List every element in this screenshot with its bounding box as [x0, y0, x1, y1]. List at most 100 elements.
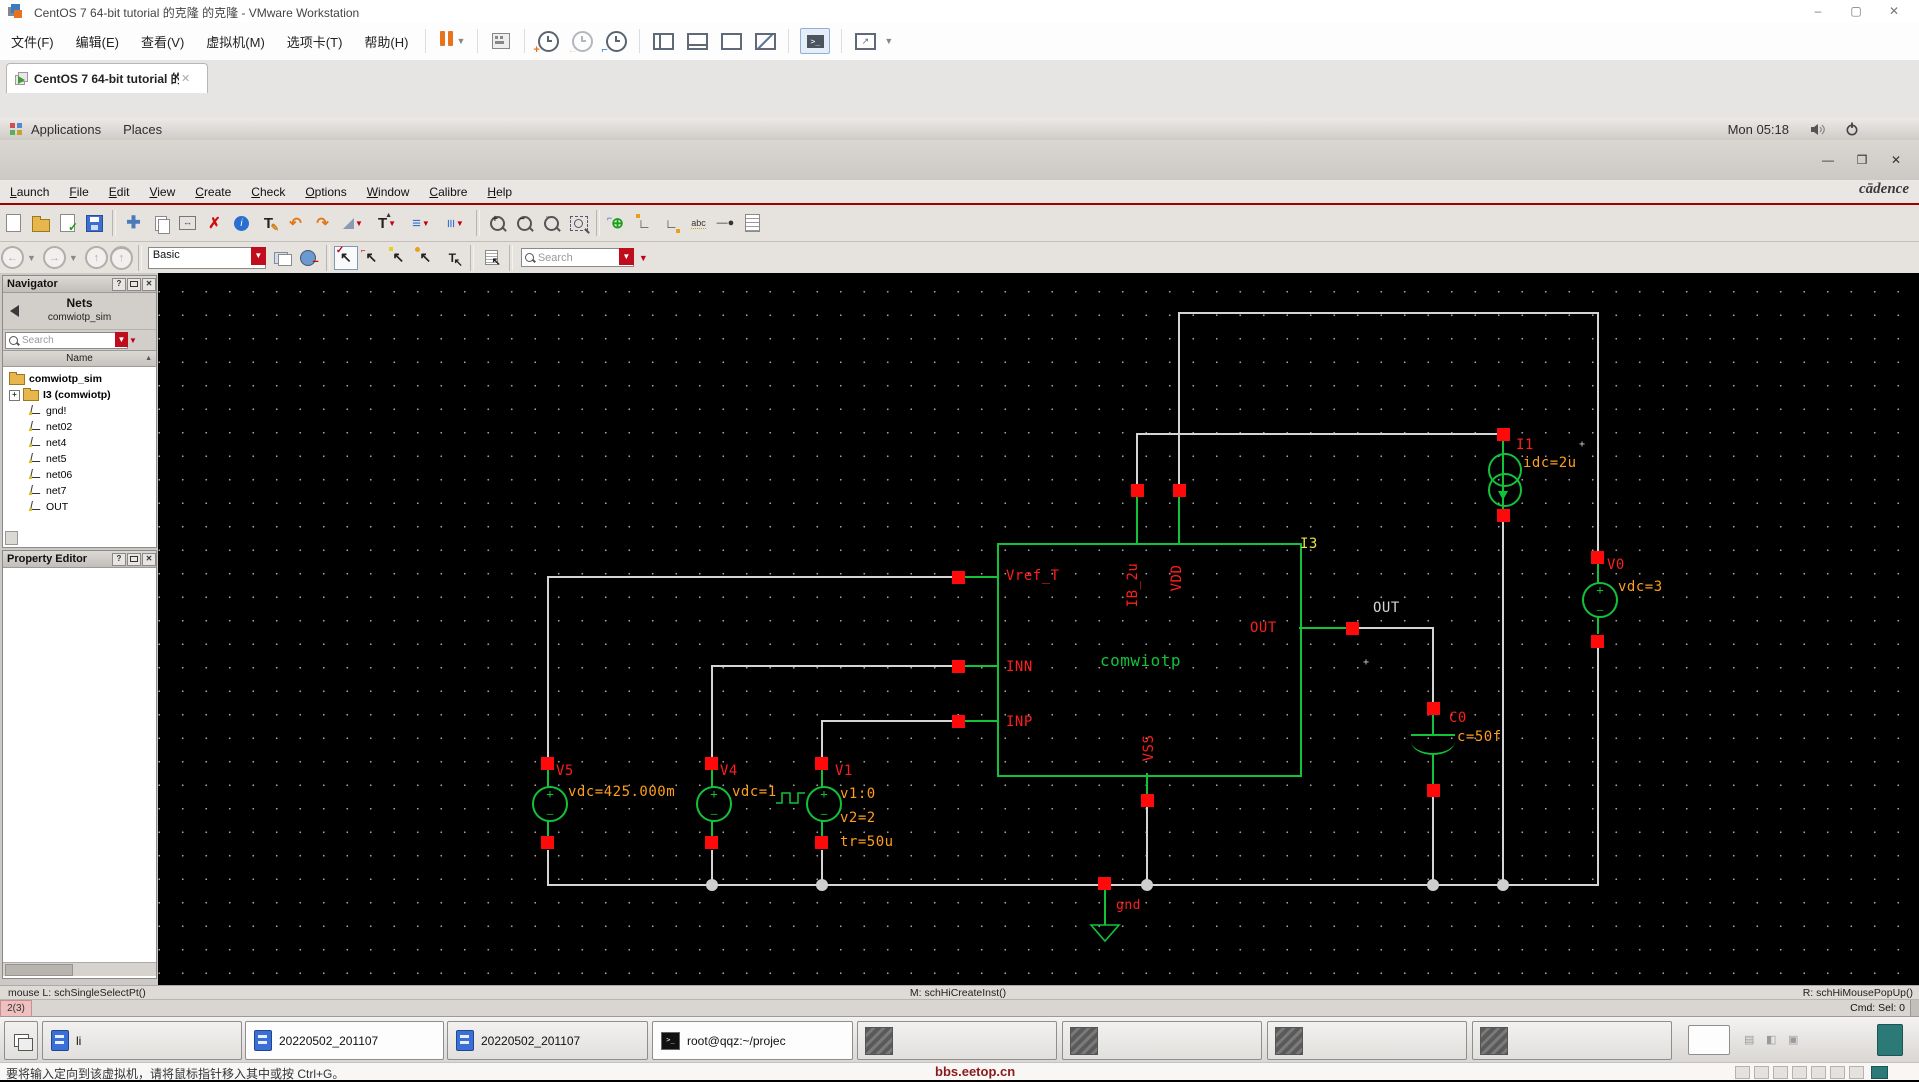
pin[interactable]	[1098, 877, 1111, 890]
v5-name[interactable]: V5	[556, 763, 574, 779]
show-desktop-button[interactable]	[4, 1021, 38, 1060]
device-usb-icon[interactable]	[1811, 1066, 1826, 1079]
taskbar-item[interactable]: 20220502_201107	[245, 1021, 444, 1060]
taskbar-item[interactable]: >_ root@qqz:~/projec	[652, 1021, 853, 1060]
device-floppy-icon[interactable]	[1735, 1066, 1750, 1079]
stretch-dropdown[interactable]: ▼	[884, 36, 893, 46]
move-button[interactable]: ✚	[120, 210, 147, 237]
pin-stub[interactable]	[965, 720, 997, 722]
zoom-out-button[interactable]: −	[511, 210, 538, 237]
pin-label-vss[interactable]: VSS	[1141, 718, 1157, 778]
wire[interactable]	[1502, 521, 1504, 885]
stretch-guest-button[interactable]: ↗	[853, 29, 877, 53]
pin-label-inn[interactable]: INN	[1006, 659, 1033, 675]
vm-tab-close-icon[interactable]: ✕	[181, 72, 190, 85]
c0-stub[interactable]	[1432, 755, 1434, 784]
tree-item-net[interactable]: net5	[30, 452, 66, 466]
take-snapshot-button[interactable]: +	[533, 29, 560, 56]
c0-name[interactable]: C0	[1449, 710, 1467, 726]
pin[interactable]	[1427, 784, 1440, 797]
tray-icon[interactable]: ▤	[1744, 1033, 1754, 1046]
distribute-button[interactable]: ≡ ▼	[438, 210, 472, 237]
navigator-search-dropdown-icon[interactable]: ▼	[115, 331, 128, 347]
pin[interactable]	[1346, 622, 1359, 635]
fit-view-button[interactable]	[565, 210, 592, 237]
panel-clock[interactable]: Mon 05:18	[1728, 122, 1789, 137]
property-editor-titlebar[interactable]: Property Editor ? ✕	[3, 551, 156, 568]
v4-vdc-symbol[interactable]	[696, 786, 732, 822]
v1-property-1[interactable]: v1:0	[840, 786, 876, 802]
pin[interactable]	[705, 757, 718, 770]
pin-label-vdd[interactable]: VDD	[1169, 548, 1185, 608]
vm-tab[interactable]: CentOS 7 64-bit tutorial 的... ✕	[6, 63, 208, 93]
manage-snapshots-button[interactable]: ⌐	[601, 29, 628, 56]
menu-help[interactable]: 帮助(H)	[353, 32, 419, 51]
pause-dropdown[interactable]: ▼	[456, 36, 465, 46]
menu-tabs[interactable]: 选项卡(T)	[276, 32, 354, 51]
scrollbar-thumb[interactable]	[5, 964, 73, 976]
copy-button[interactable]	[147, 210, 174, 237]
pin-label-inp[interactable]: INP	[1006, 714, 1033, 730]
v4-property[interactable]: vdc=1	[732, 784, 777, 800]
menu-view[interactable]: 查看(V)	[130, 32, 195, 51]
align-button[interactable]: ≡ ▼	[404, 210, 438, 237]
device-printer-icon[interactable]	[1830, 1066, 1845, 1079]
tree-item-net[interactable]: net7	[30, 484, 66, 498]
forward-button[interactable]: →	[42, 246, 66, 269]
pin[interactable]	[815, 757, 828, 770]
v1-property-2[interactable]: v2=2	[840, 810, 876, 826]
fullscreen-button[interactable]	[719, 29, 743, 53]
pin[interactable]	[952, 660, 965, 673]
tray-icon[interactable]: ◧	[1766, 1033, 1776, 1046]
ground-rail-wire[interactable]	[547, 884, 1599, 886]
up-hierarchy-button[interactable]: ↑	[84, 246, 108, 269]
search-options-dropdown[interactable]: ▼	[639, 253, 648, 263]
v1-name[interactable]: V1	[835, 763, 853, 779]
menu-create[interactable]: Create	[185, 185, 241, 199]
unity-button[interactable]	[753, 29, 777, 53]
device-cd-icon[interactable]	[1773, 1066, 1788, 1079]
v0-property[interactable]: vdc=3	[1618, 579, 1663, 595]
v1-property-3[interactable]: tr=50u	[840, 834, 894, 850]
tree-item-net[interactable]: net4	[30, 436, 66, 450]
menu-vm[interactable]: 虚拟机(M)	[195, 32, 276, 51]
probe-button[interactable]: —●	[712, 210, 739, 237]
workspace-combo[interactable]: Basic ▼	[147, 246, 266, 269]
redo-button[interactable]: ↷	[309, 210, 336, 237]
wire[interactable]	[547, 850, 549, 885]
i1-property[interactable]: idc=2u	[1523, 455, 1577, 471]
volume-icon[interactable]	[1810, 123, 1827, 136]
device-network-icon[interactable]	[1792, 1066, 1807, 1079]
tree-item-net[interactable]: OUT	[30, 500, 68, 514]
new-cellview-button[interactable]	[0, 210, 27, 237]
pin-stub[interactable]	[965, 665, 997, 667]
schematic-canvas[interactable]: + + Vref_T INN INP IB_2u VDD VSS OUT com…	[158, 273, 1919, 985]
minimize-button[interactable]: –	[1801, 2, 1835, 20]
open-button[interactable]	[27, 210, 54, 237]
wire[interactable]	[1146, 807, 1148, 885]
create-instance-button[interactable]: ⊕ ⌐	[604, 210, 631, 237]
wire[interactable]	[1136, 433, 1138, 485]
pin[interactable]	[1173, 484, 1186, 497]
zoom-in-button[interactable]: +	[484, 210, 511, 237]
pin[interactable]	[1591, 551, 1604, 564]
wire[interactable]	[1178, 312, 1180, 485]
wire[interactable]	[821, 720, 823, 758]
wire[interactable]	[821, 720, 959, 722]
cell-name-label[interactable]: comwiotp	[1100, 651, 1181, 670]
device-display-icon[interactable]	[1871, 1066, 1888, 1079]
device-harddisk-icon[interactable]	[1754, 1066, 1769, 1079]
places-menu[interactable]: Places	[123, 122, 162, 137]
create-label-button[interactable]: T ▲ ▼	[370, 210, 404, 237]
v5-property[interactable]: vdc=425.000m	[568, 784, 675, 800]
top-hierarchy-button[interactable]: ↑	[109, 245, 133, 270]
taskbar-item[interactable]: 20220502_201107	[447, 1021, 648, 1060]
ctrl-alt-del-button[interactable]	[489, 29, 513, 53]
v0-name[interactable]: V0	[1607, 557, 1625, 573]
gnd-stem[interactable]	[1104, 885, 1106, 925]
gnd-symbol[interactable]	[1089, 923, 1121, 943]
rotate-button[interactable]: ▼	[336, 210, 370, 237]
navigator-column-header[interactable]: Name ▲	[3, 350, 156, 367]
wire[interactable]	[1178, 312, 1599, 314]
menu-edit[interactable]: 编辑(E)	[65, 32, 130, 51]
